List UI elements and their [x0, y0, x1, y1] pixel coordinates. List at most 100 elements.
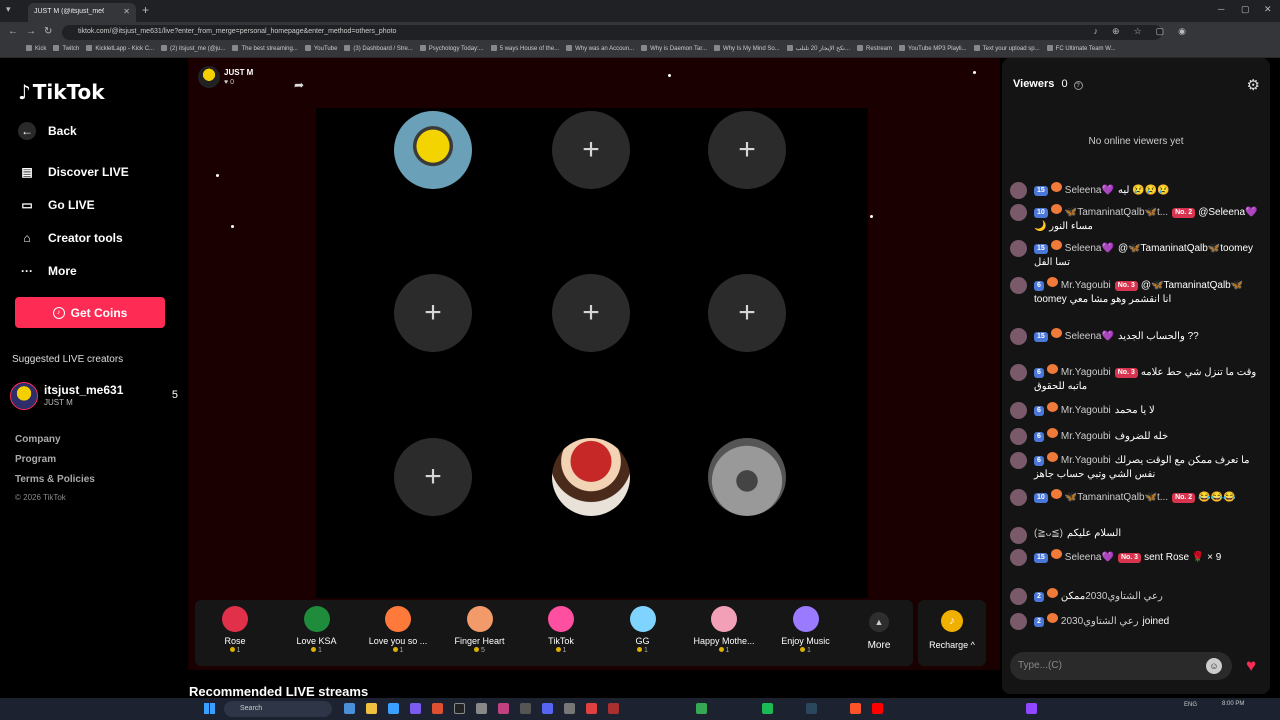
chat-message[interactable]: 6 Mr.Yagoubi لا يا محمد — [1010, 402, 1262, 419]
clock[interactable]: 8:00 PM — [1222, 701, 1244, 708]
add-guest-button[interactable]: + — [708, 274, 786, 352]
app-icon[interactable] — [410, 703, 421, 714]
footer-company[interactable]: Company — [15, 434, 61, 445]
username[interactable]: 🦋TamaninatQalb🦋t... — [1065, 492, 1168, 503]
gift-item[interactable]: GG 1 — [603, 606, 683, 654]
username[interactable]: Mr.Yagoubi — [1061, 367, 1111, 378]
username[interactable]: Mr.Yagoubi — [1061, 280, 1111, 291]
bookmark-item[interactable]: YouTube MP3 Playli... — [899, 45, 967, 52]
tiktok-logo[interactable]: ♪ TikTok — [18, 80, 105, 104]
app-icon[interactable] — [432, 703, 443, 714]
username[interactable]: Mr.Yagoubi — [1061, 405, 1111, 416]
gift-item[interactable]: Enjoy Music 1 — [766, 606, 846, 654]
edge-icon[interactable] — [388, 703, 399, 714]
nav-go-live[interactable]: ▭ Go LIVE — [18, 196, 94, 214]
guest-avatar-host[interactable] — [394, 111, 472, 189]
bookmark-item[interactable]: Restream — [857, 45, 892, 52]
gift-item[interactable]: Rose 1 — [195, 606, 275, 654]
app-icon[interactable] — [520, 703, 531, 714]
add-guest-button[interactable]: + — [552, 274, 630, 352]
app-icon[interactable] — [564, 703, 575, 714]
suggested-creator[interactable]: itsjust_me631 JUST M 5 — [10, 382, 180, 410]
app-icon[interactable] — [608, 703, 619, 714]
share-icon[interactable]: ➦ — [294, 78, 304, 92]
language-indicator[interactable]: ENG — [1184, 702, 1197, 708]
spotify-icon[interactable] — [762, 703, 773, 714]
extension-icons[interactable]: ♪⊕☆▢◉ — [1094, 26, 1200, 37]
username[interactable]: Seleena💜 — [1065, 243, 1114, 254]
forward-arrow-icon[interactable]: → — [26, 26, 36, 37]
nav-discover-live[interactable]: ▤ Discover LIVE — [18, 163, 128, 181]
username[interactable]: 🦋TamaninatQalb🦋t... — [1065, 207, 1168, 218]
chat-message[interactable]: 15 Seleena💜 ليه 😢😢😢 — [1010, 182, 1262, 199]
chat-message[interactable]: (≧ᴗ≦) السلام عليكم — [1010, 527, 1262, 544]
app-icon[interactable] — [476, 703, 487, 714]
add-guest-button[interactable]: + — [708, 111, 786, 189]
gift-item[interactable]: Love you so ... 1 — [358, 606, 438, 654]
guest-avatar[interactable] — [552, 438, 630, 516]
maximize-icon[interactable]: ▢ — [1241, 4, 1250, 15]
bookmark-item[interactable]: Why is Daemon Tar... — [641, 45, 707, 52]
chat-message[interactable]: 10 🦋TamaninatQalb🦋t... No. 2 @Seleena💜 🌙 مس… — [1010, 204, 1262, 234]
more-gifts-button[interactable]: ▲ More — [861, 612, 897, 651]
info-icon[interactable]: ? — [1073, 81, 1083, 90]
nav-more[interactable]: ··· More — [18, 262, 77, 280]
heart-icon[interactable]: ♥ — [1238, 652, 1264, 680]
bookmark-item[interactable]: نكح الإيجار 20 تلتلب... — [787, 45, 850, 52]
add-guest-button[interactable]: + — [394, 274, 472, 352]
brave-icon[interactable] — [850, 703, 861, 714]
gift-item[interactable]: TikTok 1 — [521, 606, 601, 654]
bookmark-item[interactable]: Psychology Today:... — [420, 45, 484, 52]
youtube-icon[interactable] — [872, 703, 883, 714]
chat-message[interactable]: 6 Mr.Yagoubi No. 3 وقت ما تنزل شي حط علامه … — [1010, 364, 1262, 394]
gear-icon[interactable]: ⚙ — [1247, 76, 1260, 94]
bookmark-item[interactable]: Twitch — [53, 45, 79, 52]
file-explorer-icon[interactable] — [344, 703, 355, 714]
tab-close-icon[interactable]: ✕ — [123, 7, 130, 16]
twitch-icon[interactable] — [1026, 703, 1037, 714]
emoji-icon[interactable]: ☺ — [1206, 658, 1222, 674]
bookmark-item[interactable]: (2) itsjust_me (@ju... — [161, 45, 225, 52]
windows-start-icon[interactable] — [204, 703, 215, 714]
tiktok-icon[interactable] — [454, 703, 465, 714]
add-guest-button[interactable]: + — [394, 438, 472, 516]
username[interactable]: Seleena💜 — [1065, 185, 1114, 196]
username[interactable]: Seleena💜 — [1065, 331, 1114, 342]
guest-avatar[interactable] — [708, 438, 786, 516]
username[interactable]: Mr.Yagoubi — [1061, 455, 1111, 466]
username[interactable]: (≧ᴗ≦) — [1034, 528, 1063, 539]
chrome-icon[interactable] — [696, 703, 707, 714]
bookmark-item[interactable]: KickletLapp - Kick C... — [86, 45, 154, 52]
nav-creator-tools[interactable]: ⌂ Creator tools — [18, 229, 122, 247]
username[interactable]: Mr.Yagoubi — [1061, 431, 1111, 442]
footer-terms[interactable]: Terms & Policies — [15, 474, 95, 485]
tab-search-icon[interactable]: ▾ — [6, 4, 11, 15]
bookmark-item[interactable]: Kick — [26, 45, 46, 52]
url-field[interactable]: tiktok.com/@itsjust_me631/live?enter_fro… — [62, 25, 1162, 40]
back-button[interactable]: ← Back — [18, 122, 77, 140]
browser-tab[interactable]: JUST M (@itsjust_me631) | TikTok LIVE ✕ — [28, 3, 136, 22]
chat-message[interactable]: 6 Mr.Yagoubi No. 3 @🦋TamaninatQalb🦋toomey ا… — [1010, 277, 1262, 307]
app-icon[interactable] — [586, 703, 597, 714]
bookmark-item[interactable]: Why was an Accoun... — [566, 45, 634, 52]
chat-message[interactable]: 6 Mr.Yagoubi خله للضروف — [1010, 428, 1262, 445]
bookmark-item[interactable]: Why Is My Mind So... — [714, 45, 780, 52]
add-guest-button[interactable]: + — [552, 111, 630, 189]
chat-message[interactable]: 15 Seleena💜 @🦋TamaninatQalb🦋toomey تسا الف… — [1010, 240, 1262, 270]
discord-icon[interactable] — [542, 703, 553, 714]
bookmark-item[interactable]: The best streaming... — [232, 45, 297, 52]
gift-item[interactable]: Happy Mothe... 1 — [684, 606, 764, 654]
minimize-icon[interactable]: ─ — [1218, 4, 1224, 14]
chat-message[interactable]: 15 Seleena💜 No. 3 sent Rose 🌹 × 9 — [1010, 549, 1262, 566]
get-coins-button[interactable]: ♪ Get Coins — [15, 297, 165, 328]
chat-input[interactable]: Type...(C) — [1010, 652, 1232, 680]
app-icon[interactable] — [498, 703, 509, 714]
gift-item[interactable]: Finger Heart 5 — [440, 606, 520, 654]
steam-icon[interactable] — [806, 703, 817, 714]
chat-message[interactable]: 10 🦋TamaninatQalb🦋t... No. 2 😂😂😂 — [1010, 489, 1262, 506]
viewers-header[interactable]: Viewers 0 ? — [1013, 78, 1083, 90]
folder-icon[interactable] — [366, 703, 377, 714]
footer-program[interactable]: Program — [15, 454, 56, 465]
close-window-icon[interactable]: ✕ — [1264, 4, 1272, 15]
recharge-button[interactable]: ♪ Recharge ^ — [918, 600, 986, 666]
